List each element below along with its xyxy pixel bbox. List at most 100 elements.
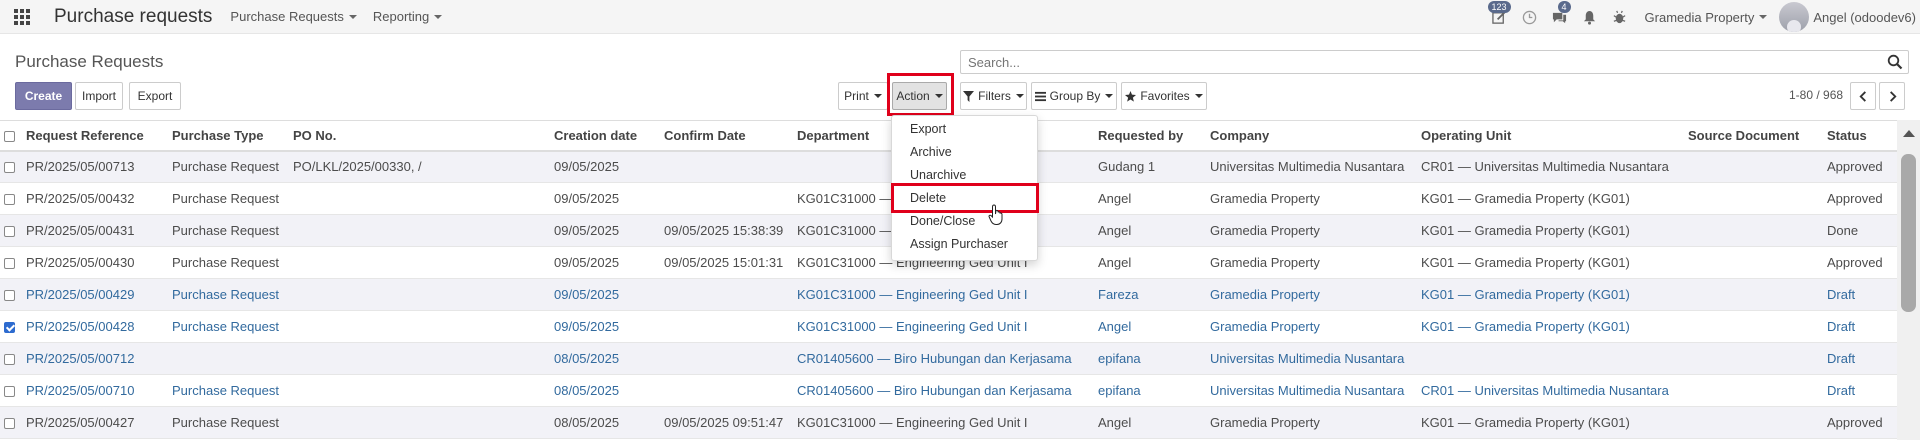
group-by-button[interactable]: Group By — [1031, 82, 1117, 110]
apps-menu-icon[interactable] — [0, 0, 44, 34]
cell-status: Done — [1823, 214, 1897, 247]
column-header[interactable]: Operating Unit — [1417, 120, 1684, 152]
row-checkbox[interactable] — [4, 226, 15, 238]
avatar[interactable] — [1779, 2, 1810, 32]
cell-ou — [1417, 342, 1684, 375]
caret-down-icon — [1015, 94, 1024, 98]
row-checkbox[interactable] — [4, 418, 15, 430]
cell-status: Approved — [1823, 246, 1897, 279]
row-checkbox[interactable] — [4, 194, 15, 206]
menu-item-done-close[interactable]: Done/Close — [910, 214, 975, 228]
column-header[interactable]: Requested by — [1094, 120, 1206, 152]
cell-company: Universitas Multimedia Nusantara — [1206, 374, 1417, 407]
cell-ou: CR01 — Universitas Multimedia Nusantara — [1417, 374, 1684, 407]
company-switcher[interactable]: Gramedia Property — [1645, 10, 1768, 25]
row-checkbox[interactable] — [4, 162, 15, 174]
cell-po — [289, 214, 550, 247]
cell-source — [1684, 310, 1823, 343]
column-header[interactable]: Creation date — [550, 120, 660, 152]
activity-edit-icon[interactable]: 123 — [1485, 0, 1515, 34]
table-row[interactable]: PR/2025/05/00429 Purchase Request 09/05/… — [0, 278, 1897, 311]
filters-button[interactable]: Filters — [960, 82, 1027, 110]
cell-po — [289, 310, 550, 343]
menu-item-unarchive[interactable]: Unarchive — [910, 168, 966, 182]
row-checkbox[interactable] — [4, 258, 15, 270]
cell-po — [289, 278, 550, 311]
menu-item-export[interactable]: Export — [910, 122, 946, 136]
menu-item-assign-purchaser[interactable]: Assign Purchaser — [910, 237, 1008, 251]
cell-po — [289, 182, 550, 215]
cell-source — [1684, 374, 1823, 407]
caret-down-icon — [1105, 94, 1114, 98]
cell-source — [1684, 182, 1823, 215]
import-button[interactable]: Import — [75, 82, 123, 110]
cell-confirm: 09/05/2025 15:01:31 — [660, 246, 793, 279]
cell-confirm — [660, 278, 793, 311]
row-checkbox[interactable] — [4, 290, 15, 302]
star-icon — [1125, 90, 1137, 102]
clock-icon[interactable] — [1515, 0, 1545, 34]
table-row[interactable]: PR/2025/05/00710 Purchase Request 08/05/… — [0, 374, 1897, 407]
chevron-right-icon — [1889, 90, 1897, 102]
search-box[interactable] — [960, 50, 1909, 74]
cell-ref: PR/2025/05/00429 — [22, 278, 168, 311]
column-header[interactable]: Purchase Type — [168, 120, 289, 152]
caret-down-icon — [348, 14, 357, 19]
cell-ou: CR01 — Universitas Multimedia Nusantara — [1417, 150, 1684, 183]
pager-next-button[interactable] — [1879, 82, 1905, 110]
print-button[interactable]: Print — [838, 82, 888, 110]
column-header[interactable]: Confirm Date — [660, 120, 793, 152]
column-header[interactable]: PO No. — [289, 120, 550, 152]
column-header[interactable]: Company — [1206, 120, 1417, 152]
cell-ou: KG01 — Gramedia Property (KG01) — [1417, 278, 1684, 311]
messages-icon[interactable]: 4 — [1545, 0, 1575, 34]
menu-purchase-requests[interactable]: Purchase Requests — [230, 9, 357, 24]
export-button[interactable]: Export — [129, 82, 181, 110]
select-all-checkbox[interactable] — [4, 130, 15, 142]
cell-company: Gramedia Property — [1206, 406, 1417, 439]
column-header[interactable]: Request Reference — [22, 120, 168, 152]
cell-status: Draft — [1823, 374, 1897, 407]
cell-created: 09/05/2025 — [550, 278, 660, 311]
vertical-scrollbar[interactable] — [1897, 120, 1920, 440]
search-icon[interactable] — [1887, 54, 1903, 70]
menu-item-archive[interactable]: Archive — [910, 145, 952, 159]
cell-dept: KG01C31000 — Engineering Ged Unit I — [793, 310, 1094, 343]
scroll-thumb[interactable] — [1901, 154, 1916, 312]
row-checkbox[interactable] — [4, 354, 15, 366]
cell-created: 09/05/2025 — [550, 214, 660, 247]
bug-icon[interactable] — [1605, 0, 1635, 34]
cell-confirm — [660, 150, 793, 183]
cell-po — [289, 374, 550, 407]
pager-previous-button[interactable] — [1850, 82, 1876, 110]
top-navbar: Purchase requests Purchase Requests Repo… — [0, 0, 1920, 34]
menu-reporting[interactable]: Reporting — [373, 9, 443, 24]
row-checkbox[interactable] — [4, 322, 15, 334]
table-row[interactable]: PR/2025/05/00427 Purchase Request 08/05/… — [0, 406, 1897, 439]
cell-source — [1684, 406, 1823, 439]
cell-company: Gramedia Property — [1206, 182, 1417, 215]
favorites-button[interactable]: Favorites — [1121, 82, 1207, 110]
cell-ou: KG01 — Gramedia Property (KG01) — [1417, 182, 1684, 215]
cell-ref: PR/2025/05/00712 — [22, 342, 168, 375]
cell-confirm: 09/05/2025 09:51:47 — [660, 406, 793, 439]
column-header[interactable]: Source Document — [1684, 120, 1823, 152]
table-row[interactable]: PR/2025/05/00428 Purchase Request 09/05/… — [0, 310, 1897, 343]
column-header[interactable]: Status — [1823, 120, 1897, 152]
bell-icon[interactable] — [1575, 0, 1605, 34]
pager-value[interactable]: 1-80 / 968 — [1789, 88, 1843, 102]
row-checkbox[interactable] — [4, 386, 15, 398]
table-row[interactable]: PR/2025/05/00712 08/05/2025 CR01405600 —… — [0, 342, 1897, 375]
cell-company: Gramedia Property — [1206, 214, 1417, 247]
create-button[interactable]: Create — [15, 82, 72, 110]
cell-confirm — [660, 374, 793, 407]
scroll-up-arrow-icon[interactable] — [1903, 130, 1915, 137]
user-menu[interactable]: Angel (odoodev6) — [1813, 10, 1916, 25]
cell-confirm — [660, 182, 793, 215]
cell-type: Purchase Request — [168, 310, 289, 343]
search-input[interactable] — [961, 51, 1861, 73]
cell-status: Approved — [1823, 150, 1897, 183]
cell-confirm — [660, 310, 793, 343]
cell-status: Approved — [1823, 406, 1897, 439]
app-title[interactable]: Purchase requests — [54, 6, 212, 28]
